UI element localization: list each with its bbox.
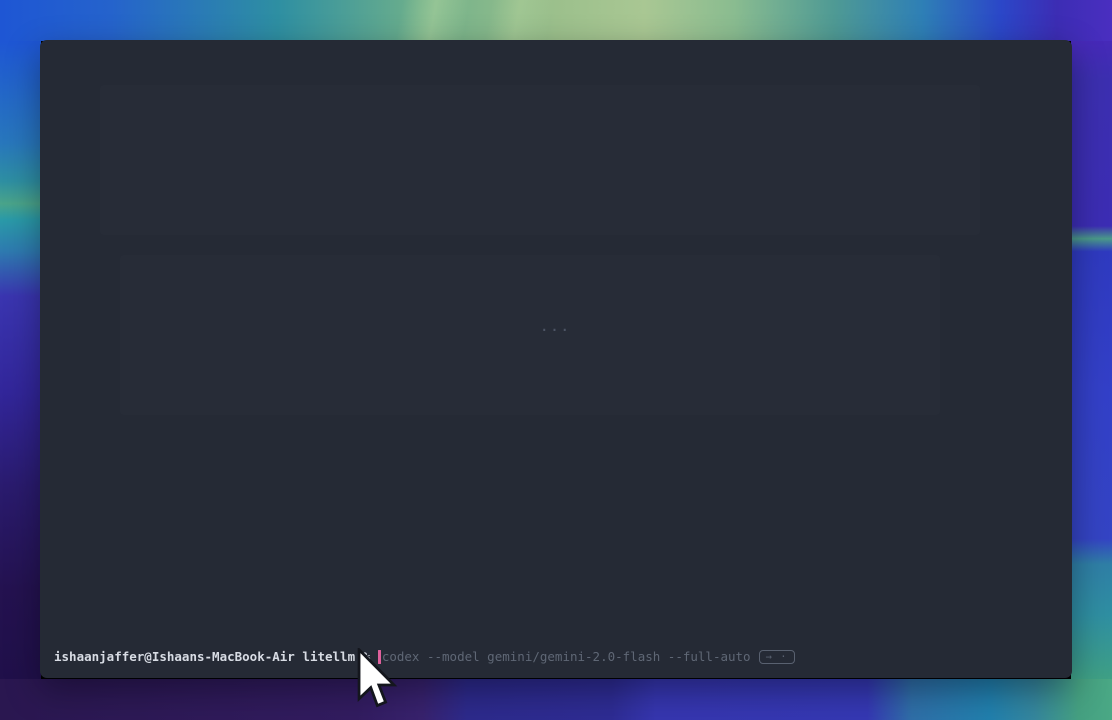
prompt-autosuggestion: codex --model gemini/gemini-2.0-flash --… bbox=[382, 649, 751, 665]
faded-previous-output bbox=[120, 255, 940, 415]
prompt-directory: litellm bbox=[302, 649, 355, 665]
terminal-window[interactable]: ... ishaanjaffer@Ishaans-MacBook-Air lite… bbox=[40, 40, 1072, 678]
terminal-ellipsis: ... bbox=[541, 321, 572, 333]
text-caret bbox=[378, 650, 381, 664]
accept-suggestion-hint-badge: → · bbox=[759, 650, 795, 664]
wallpaper-bottom bbox=[0, 679, 1112, 720]
wallpaper-top bbox=[0, 0, 1112, 41]
prompt-symbol: % bbox=[363, 649, 371, 665]
desktop: ... ishaanjaffer@Ishaans-MacBook-Air lite… bbox=[0, 0, 1112, 720]
prompt-user-host: ishaanjaffer@Ishaans-MacBook-Air bbox=[54, 649, 295, 665]
faded-previous-output bbox=[100, 85, 980, 235]
terminal-prompt-line[interactable]: ishaanjaffer@Ishaans-MacBook-Air litellm%… bbox=[54, 649, 1062, 665]
wallpaper-right bbox=[1071, 41, 1112, 679]
wallpaper-left bbox=[0, 41, 41, 679]
